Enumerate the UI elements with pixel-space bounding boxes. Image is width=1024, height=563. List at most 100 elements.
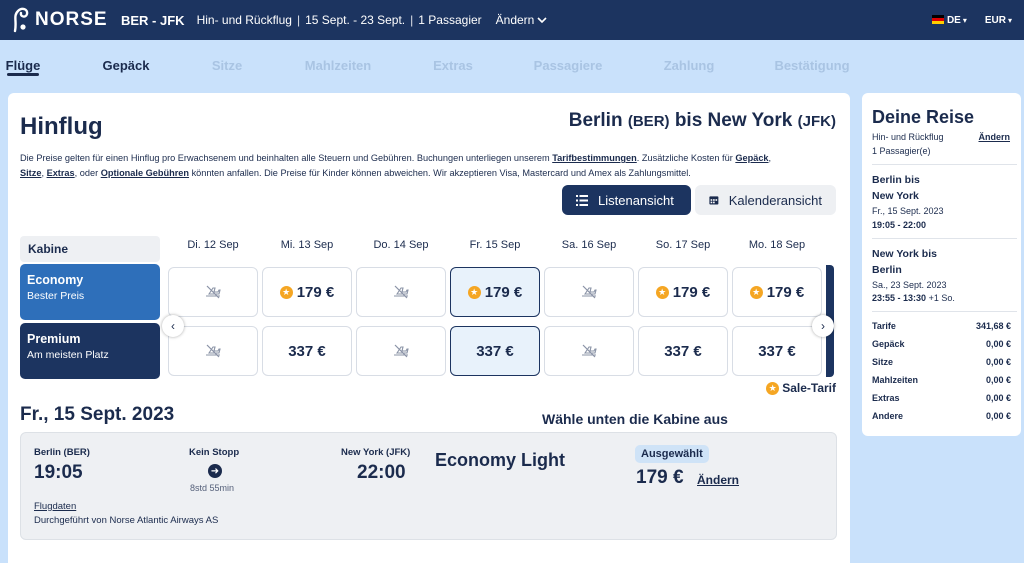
sale-star-icon: ★ xyxy=(467,285,481,299)
tariff-rules-link[interactable]: Tarifbestimmungen xyxy=(552,153,637,163)
fare-cell-economy[interactable]: ★ 179 € xyxy=(732,267,822,317)
price-row-fares: Tarife 341,68 € xyxy=(872,321,1011,331)
price-row-meals: Mahlzeiten 0,00 € xyxy=(872,375,1011,385)
trip-route: BER - JFK xyxy=(121,12,185,28)
price-label: Sitze xyxy=(872,357,894,367)
trip-passengers: 1 Passagier xyxy=(418,13,482,27)
fare-cell-economy[interactable] xyxy=(356,267,446,317)
fare-cell-economy[interactable] xyxy=(544,267,634,317)
outbound-route-line1: Berlin bis xyxy=(872,174,920,186)
fare-cell-economy[interactable]: ★ 179 € xyxy=(262,267,352,317)
return-time-row: 23:55 - 13:30 +1 So. xyxy=(872,293,955,303)
chevron-right-icon: › xyxy=(821,319,825,333)
change-search-button[interactable]: Ändern xyxy=(496,13,548,27)
sidebar-change-link[interactable]: Ändern xyxy=(979,132,1011,142)
step-seats[interactable]: Sitze xyxy=(212,58,242,73)
route-heading: Berlin (BER) bis New York (JFK) xyxy=(569,110,836,132)
fare-cell-premium-selected-day[interactable]: 337 € xyxy=(450,326,540,376)
info-text: könnten anfallen. Die Preise für Kinder … xyxy=(189,168,691,178)
fare-cell-economy[interactable] xyxy=(168,267,258,317)
no-flight-icon xyxy=(206,344,221,358)
view-toggle: Listenansicht Kalenderansicht xyxy=(562,185,836,215)
norse-logo[interactable]: NORSE xyxy=(10,7,110,33)
currency-selector[interactable]: EUR ▾ xyxy=(985,15,1012,26)
fare-cell-premium[interactable]: 337 € xyxy=(262,326,352,376)
sale-star-icon: ★ xyxy=(766,381,780,395)
chevron-down-icon: ▾ xyxy=(962,15,967,25)
stops-label: Kein Stopp xyxy=(189,447,240,458)
active-step-indicator xyxy=(7,73,39,76)
page-title: Hinflug xyxy=(20,113,103,140)
info-text: . Zusätzliche Kosten für xyxy=(636,153,736,163)
operated-by: Durchgeführt von Norse Atlantic Airways … xyxy=(34,515,219,526)
cabin-economy[interactable]: Economy Bester Preis xyxy=(20,264,160,320)
cabin-premium[interactable]: Premium Am meisten Platz xyxy=(20,323,160,379)
trip-type: Hin- und Rückflug xyxy=(196,13,292,27)
return-date: Sa., 23 Sept. 2023 xyxy=(872,280,947,290)
fare-cell-premium[interactable]: 337 € xyxy=(638,326,728,376)
step-passengers[interactable]: Passagiere xyxy=(534,58,603,73)
baggage-link[interactable]: Gepäck xyxy=(735,153,768,163)
price-value: 0,00 € xyxy=(985,393,1011,403)
choose-cabin-hint: Wähle unten die Kabine aus xyxy=(542,411,728,427)
fare-cell-premium[interactable] xyxy=(544,326,634,376)
fare-name: Economy Light xyxy=(435,450,565,470)
fare-cell-premium[interactable]: 337 € xyxy=(732,326,822,376)
step-flights[interactable]: Flüge xyxy=(6,58,41,73)
list-view-button[interactable]: Listenansicht xyxy=(562,185,691,215)
list-icon xyxy=(576,194,588,206)
list-view-label: Listenansicht xyxy=(598,192,674,208)
step-extras[interactable]: Extras xyxy=(433,58,473,73)
price-value: 341,68 € xyxy=(975,321,1011,331)
fare-price: 179 € xyxy=(296,283,335,301)
price-label: Gepäck xyxy=(872,339,905,349)
day-header: Mo. 18 Sep xyxy=(748,239,806,251)
selected-date-heading: Fr., 15 Sept. 2023 xyxy=(20,404,175,425)
language-selector[interactable]: DE ▾ xyxy=(931,14,967,26)
fare-cell-economy[interactable]: ★ 179 € xyxy=(638,267,728,317)
trip-summary-sidebar: Deine Reise Hin- und Rückflug Ändern 1 P… xyxy=(862,93,1021,436)
next-days-button[interactable]: › xyxy=(812,315,834,337)
price-row-other: Andere 0,00 € xyxy=(872,411,1011,421)
cabin-name: Economy xyxy=(27,273,84,287)
flight-details-link[interactable]: Flugdaten xyxy=(34,501,76,512)
change-fare-link[interactable]: Ändern xyxy=(697,473,739,487)
trip-dates: 15 Sept. - 23 Sept. xyxy=(305,13,406,27)
route-mid: bis xyxy=(674,110,703,131)
price-value: 0,00 € xyxy=(985,339,1011,349)
step-payment[interactable]: Zahlung xyxy=(664,58,715,73)
return-route-line2: Berlin xyxy=(872,264,902,276)
previous-days-button[interactable]: ‹ xyxy=(162,315,184,337)
outbound-date: Fr., 15 Sept. 2023 xyxy=(872,206,944,216)
route-to-code: (JFK) xyxy=(797,113,836,130)
price-info-text: Die Preise gelten für einen Hinflug pro … xyxy=(20,151,840,181)
step-meals[interactable]: Mahlzeiten xyxy=(305,58,371,73)
germany-flag-icon xyxy=(931,14,944,24)
divider xyxy=(872,311,1017,312)
outbound-route-line2: New York xyxy=(872,190,919,202)
fare-cell-premium[interactable] xyxy=(168,326,258,376)
cabin-column-header: Kabine xyxy=(20,236,160,262)
no-flight-icon xyxy=(394,344,409,358)
price-value: 0,00 € xyxy=(985,357,1011,367)
cabin-name: Premium xyxy=(27,332,81,346)
departure-city: Berlin (BER) xyxy=(34,447,90,458)
fare-price: 337 € xyxy=(476,342,514,360)
route-to: New York xyxy=(707,110,793,131)
step-confirmation[interactable]: Bestätigung xyxy=(774,58,849,73)
chevron-left-icon: ‹ xyxy=(171,319,175,333)
sidebar-passengers: 1 Passagier(e) xyxy=(872,146,931,156)
divider xyxy=(872,238,1017,239)
sale-star-icon: ★ xyxy=(655,285,669,299)
return-route-line1: New York bis xyxy=(872,248,937,260)
flight-card[interactable]: Berlin (BER) 19:05 Kein Stopp ➜ 8std 55m… xyxy=(20,432,837,540)
extras-link[interactable]: Extras xyxy=(47,168,75,178)
step-baggage[interactable]: Gepäck xyxy=(103,58,150,73)
seats-link[interactable]: Sitze xyxy=(20,168,41,178)
fare-cell-economy-selected[interactable]: ★ 179 € xyxy=(450,267,540,317)
fare-cell-premium[interactable] xyxy=(356,326,446,376)
logo-text: NORSE xyxy=(35,9,108,30)
optional-fees-link[interactable]: Optionale Gebühren xyxy=(101,168,189,178)
calendar-view-button[interactable]: Kalenderansicht xyxy=(695,185,836,215)
no-flight-icon xyxy=(206,285,221,299)
